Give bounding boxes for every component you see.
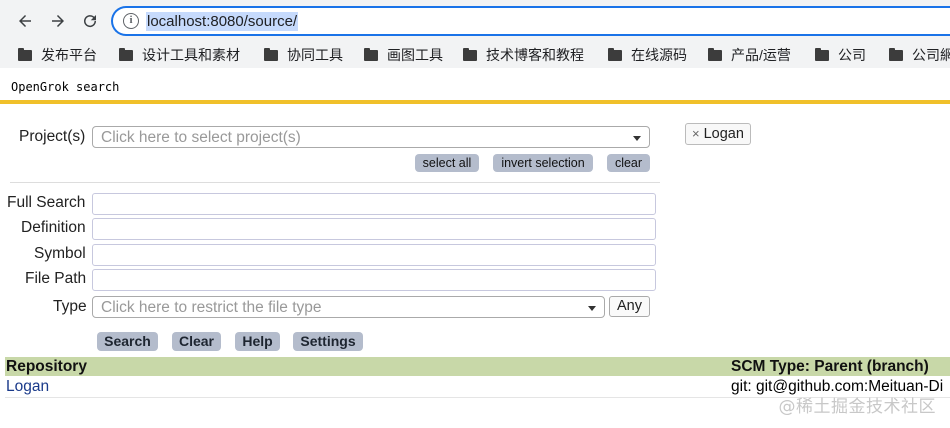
reload-button[interactable] — [79, 10, 101, 32]
chevron-down-icon — [588, 306, 596, 311]
project-select-placeholder: Click here to select project(s) — [101, 129, 301, 146]
bookmark-folder[interactable]: 设计工具和素材 — [119, 45, 240, 65]
arrow-right-icon — [52, 15, 64, 27]
reload-icon — [84, 15, 97, 28]
column-header-repository: Repository — [6, 358, 87, 375]
type-select[interactable]: Click here to restrict the file type — [92, 296, 605, 318]
info-icon[interactable]: i — [123, 13, 139, 29]
search-button[interactable]: Search — [97, 332, 158, 351]
browser-toolbar: i localhost:8080/source/ — [0, 0, 950, 42]
folder-icon — [889, 47, 903, 61]
bookmark-folder[interactable]: 画图工具 — [364, 45, 443, 65]
symbol-input[interactable] — [92, 244, 656, 266]
selected-project-name: Logan — [703, 126, 744, 142]
folder-icon — [815, 47, 829, 61]
url-text[interactable]: localhost:8080/source/ — [146, 12, 299, 31]
symbol-label: Symbol — [34, 245, 86, 262]
forward-button[interactable] — [47, 10, 69, 32]
invert-selection-button[interactable]: invert selection — [493, 154, 593, 172]
bookmark-folder[interactable]: 产品/运营 — [708, 45, 791, 65]
bookmarks-bar: 发布平台 设计工具和素材 协同工具 画图工具 技术博客和教程 在线源码 产品/运… — [0, 42, 950, 68]
close-icon[interactable]: × — [692, 126, 700, 141]
arrow-left-icon — [19, 15, 31, 27]
folder-icon — [608, 47, 622, 61]
file-path-input[interactable] — [92, 269, 656, 291]
bookmark-folder[interactable]: 发布平台 — [18, 45, 97, 65]
project-label: Project(s) — [19, 128, 86, 145]
repository-table-header: Repository SCM Type: Parent (branch) — [5, 357, 950, 376]
watermark: @稀土掘金技术社区 — [778, 397, 936, 417]
file-path-label: File Path — [25, 270, 87, 287]
column-header-scm: SCM Type: Parent (branch) — [731, 358, 929, 375]
chevron-down-icon — [633, 136, 641, 141]
select-all-button[interactable]: select all — [415, 154, 479, 172]
bookmark-folder[interactable]: 技术博客和教程 — [463, 45, 584, 65]
project-select[interactable]: Click here to select project(s) — [92, 126, 650, 148]
folder-icon — [364, 47, 378, 61]
folder-icon — [264, 47, 278, 61]
divider — [10, 182, 660, 183]
bookmark-folder[interactable]: 公司網 — [889, 45, 950, 65]
help-button[interactable]: Help — [235, 332, 280, 351]
full-search-label: Full Search — [7, 194, 86, 211]
definition-label: Definition — [21, 219, 86, 236]
folder-icon — [708, 47, 722, 61]
type-any-select[interactable]: Any — [609, 296, 650, 317]
back-button[interactable] — [14, 10, 36, 32]
clear-projects-button[interactable]: clear — [607, 154, 650, 172]
full-search-input[interactable] — [92, 193, 656, 215]
folder-icon — [119, 47, 133, 61]
bookmark-folder[interactable]: 协同工具 — [264, 45, 343, 65]
settings-button[interactable]: Settings — [293, 332, 363, 351]
selected-project-token[interactable]: × Logan — [685, 123, 751, 145]
page-header: OpenGrok search — [0, 68, 950, 104]
folder-icon — [18, 47, 32, 61]
address-bar[interactable]: i localhost:8080/source/ — [111, 6, 950, 36]
clear-button[interactable]: Clear — [172, 332, 221, 351]
repository-link[interactable]: Logan — [6, 377, 49, 396]
type-label: Type — [53, 298, 87, 315]
definition-input[interactable] — [92, 218, 656, 240]
bookmark-folder[interactable]: 在线源码 — [608, 45, 687, 65]
page-title: OpenGrok search — [11, 80, 120, 94]
bookmark-folder[interactable]: 公司 — [815, 45, 866, 65]
folder-icon — [463, 47, 477, 61]
type-select-placeholder: Click here to restrict the file type — [101, 299, 322, 316]
